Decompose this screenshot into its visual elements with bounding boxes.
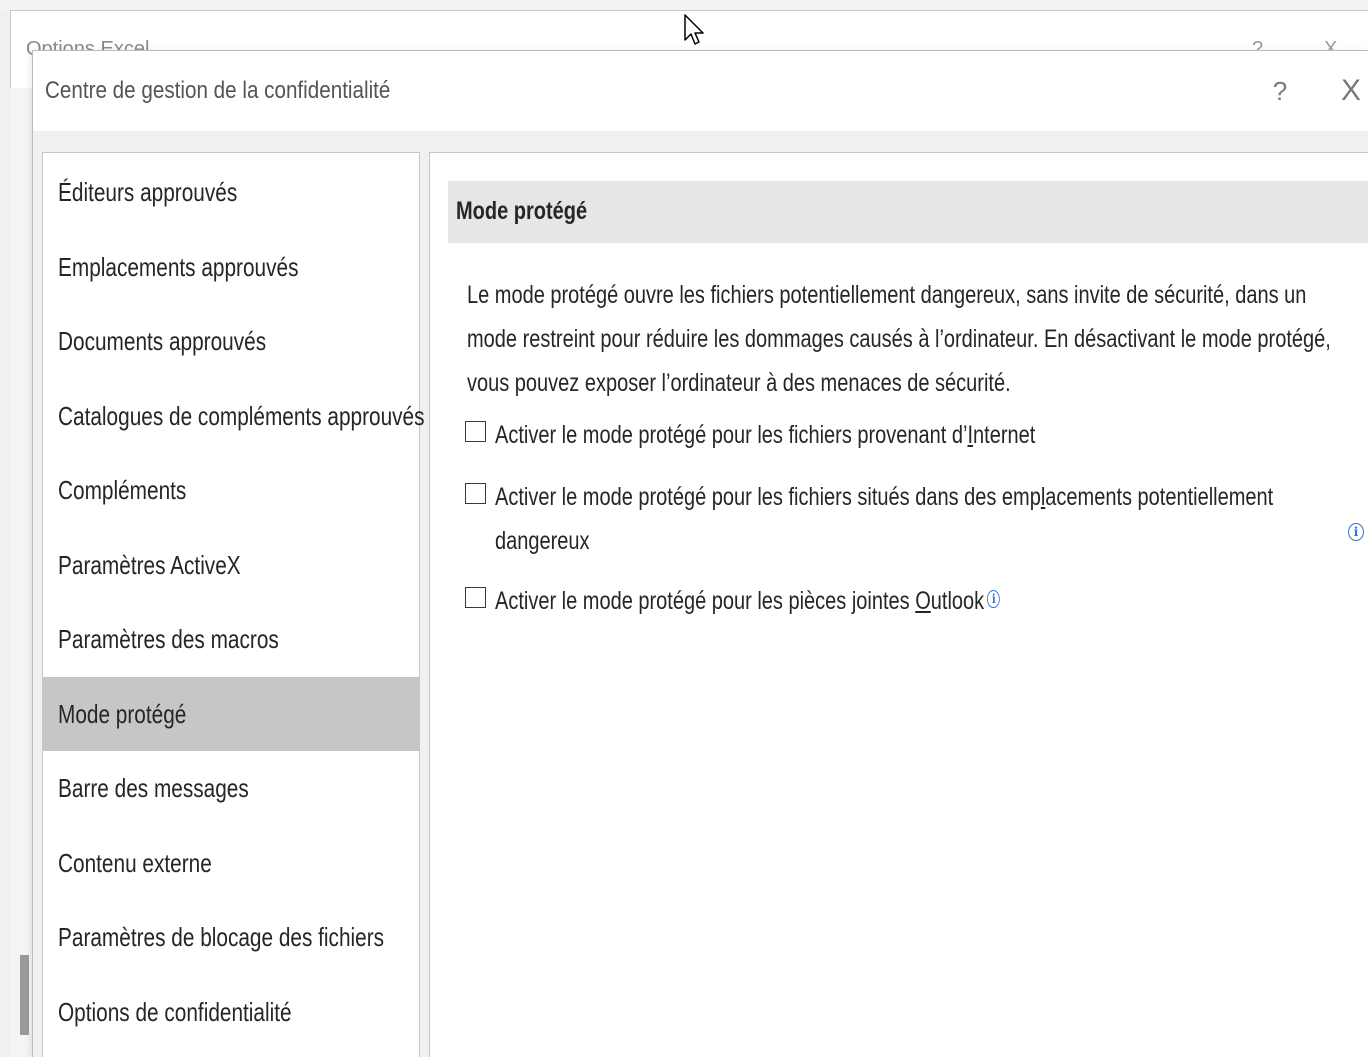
outlook-attachments-checkbox[interactable] (465, 587, 486, 608)
section-header: Mode protégé (448, 181, 1368, 243)
sidebar-item-trusted-addin-catalogs[interactable]: Catalogues de compléments approuvés (43, 379, 425, 453)
sidebar-item-label: Documents approuvés (58, 326, 267, 356)
sidebar-item-label: Barre des messages (58, 773, 249, 803)
sidebar-item-macro-settings[interactable]: Paramètres des macros (43, 602, 419, 676)
info-icon[interactable]: i (1348, 523, 1364, 541)
sidebar-item-label: Compléments (58, 475, 187, 505)
section-title: Mode protégé (456, 197, 588, 225)
sidebar-item-trusted-locations[interactable]: Emplacements approuvés (43, 230, 419, 304)
sidebar-item-file-block-settings[interactable]: Paramètres de blocage des fichiers (43, 900, 419, 974)
sidebar-item-trusted-publishers[interactable]: Éditeurs approuvés (43, 155, 419, 229)
sidebar-item-label: Emplacements approuvés (58, 252, 299, 282)
protected-view-description: Le mode protégé ouvre les fichiers poten… (467, 281, 1331, 397)
close-button[interactable]: X (1333, 73, 1368, 109)
sidebar-item-external-content[interactable]: Contenu externe (43, 826, 419, 900)
sidebar-item-label: Mode protégé (58, 699, 187, 729)
protected-view-panel: Mode protégé Le mode protégé ouvre les f… (429, 152, 1368, 1057)
sidebar-item-label: Options de confidentialité (58, 997, 292, 1027)
sidebar-item-label: Paramètres des macros (58, 624, 279, 654)
sidebar-item-privacy-options[interactable]: Options de confidentialité (43, 975, 419, 1049)
scrollbar-thumb[interactable] (20, 955, 29, 1035)
sidebar-item-activex-settings[interactable]: Paramètres ActiveX (43, 528, 419, 602)
trust-center-sidebar: Éditeurs approuvés Emplacements approuvé… (42, 152, 425, 1057)
background-left-scrollbar[interactable] (10, 88, 33, 1057)
background-top-strip (0, 0, 1368, 10)
sidebar-item-message-bar[interactable]: Barre des messages (43, 751, 419, 825)
sidebar-item-label: Paramètres ActiveX (58, 550, 241, 580)
outlook-attachments-label[interactable]: Activer le mode protégé pour les pièces … (495, 579, 1327, 623)
help-button[interactable]: ? (1265, 73, 1295, 109)
sidebar-item-label: Paramètres de blocage des fichiers (58, 922, 385, 952)
sidebar-item-label: Contenu externe (58, 848, 212, 878)
sidebar-item-protected-view[interactable]: Mode protégé (43, 677, 419, 751)
info-icon[interactable]: i (987, 590, 1001, 608)
sidebar-item-trusted-documents[interactable]: Documents approuvés (43, 304, 419, 378)
unsafe-locations-checkbox[interactable] (465, 483, 486, 504)
sidebar-item-label: Éditeurs approuvés (58, 177, 238, 207)
sidebar-item-addins[interactable]: Compléments (43, 453, 419, 527)
mouse-pointer-icon (684, 14, 704, 45)
dialog-title: Centre de gestion de la confidentialité (45, 77, 391, 104)
trust-center-dialog: Centre de gestion de la confidentialité … (32, 50, 1368, 1057)
sidebar-item-label: Catalogues de compléments approuvés (58, 401, 425, 431)
internet-files-label[interactable]: Activer le mode protégé pour les fichier… (495, 413, 1327, 457)
dialog-titlebar: Centre de gestion de la confidentialité … (33, 51, 1368, 131)
internet-files-checkbox[interactable] (465, 421, 486, 442)
access-key: O (915, 587, 931, 615)
unsafe-locations-label[interactable]: Activer le mode protégé pour les fichier… (495, 475, 1295, 563)
